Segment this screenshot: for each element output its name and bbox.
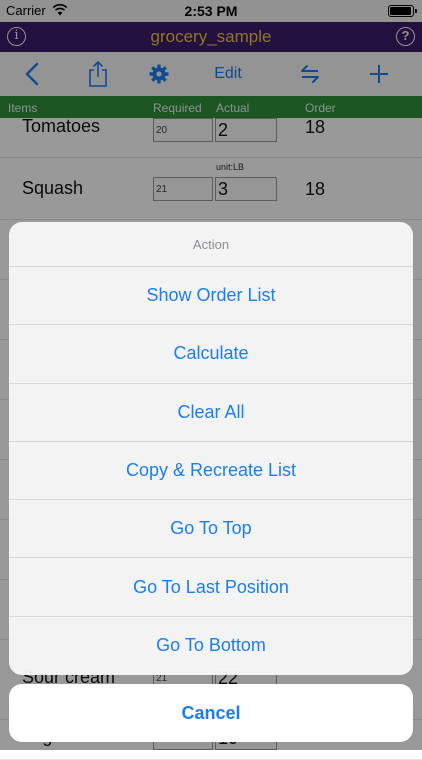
calculate-button[interactable]: Calculate — [9, 325, 413, 384]
action-sheet-title: Action — [9, 222, 413, 267]
clear-all-button[interactable]: Clear All — [9, 384, 413, 442]
go-to-bottom-button[interactable]: Go To Bottom — [9, 617, 413, 675]
action-sheet: Action Show Order List Calculate Clear A… — [9, 222, 413, 675]
copy-recreate-list-button[interactable]: Copy & Recreate List — [9, 442, 413, 501]
go-to-last-position-button[interactable]: Go To Last Position — [9, 558, 413, 617]
cancel-button[interactable]: Cancel — [9, 684, 413, 742]
go-to-top-button[interactable]: Go To Top — [9, 500, 413, 559]
show-order-list-button[interactable]: Show Order List — [9, 267, 413, 326]
